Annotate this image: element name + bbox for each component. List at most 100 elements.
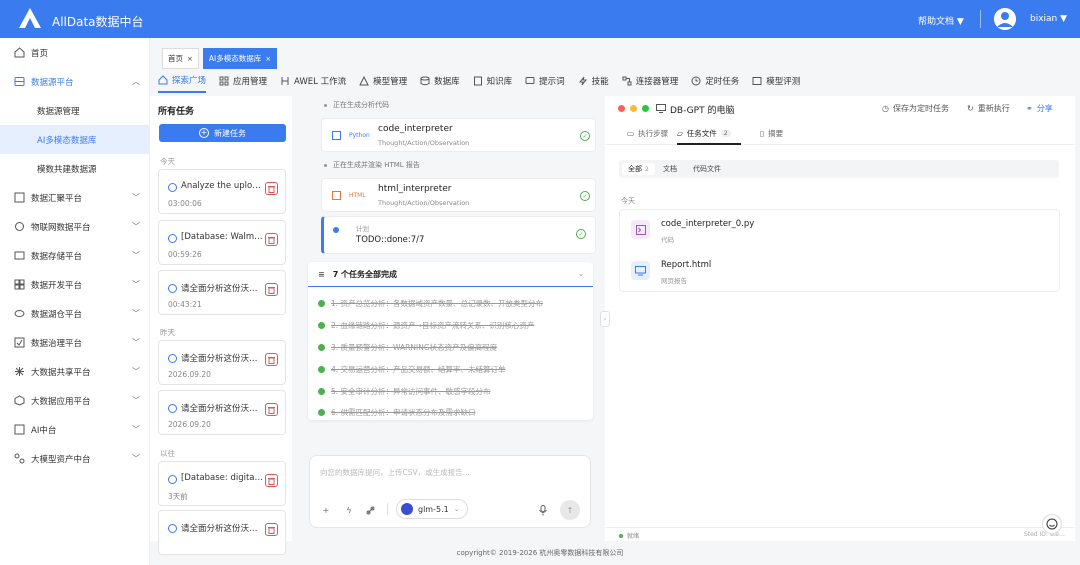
tab-label: AI多模态数据库 [208,54,262,63]
navtab-knowledge[interactable]: 知识库 [473,73,513,93]
close-icon[interactable]: × [187,55,193,63]
chat-icon [168,475,177,484]
delete-icon[interactable] [265,182,278,195]
navtab-explore[interactable]: 探索广场 [158,73,207,93]
model-select[interactable]: glm-5.1 ⌄ [396,499,468,519]
todo-title: 7 个任务全部完成 [332,269,398,279]
tab-summary[interactable]: ▯ 摘要 [760,128,783,139]
task-name: 请全面分析这份沃… [181,524,258,534]
microphone-icon[interactable] [537,504,549,516]
sidebar-item-dev[interactable]: 数据开发平台 ﹀ [0,270,150,299]
chevron-down-icon[interactable]: ⌄ [578,270,584,278]
check-icon [318,344,325,351]
task-card[interactable]: [Database: Walma… 00:59:26 [158,220,286,265]
delete-icon[interactable] [265,474,278,487]
chat-input-box: 向您的数据库提问，上传CSV，或生成报告... + ϟ glm-5.1 ⌄ ↑ [309,455,591,528]
send-button[interactable]: ↑ [560,500,580,520]
model-icon [359,76,369,86]
sidebar-subitem-co-build-datasource[interactable]: 模数共建数据源 [0,154,150,183]
avatar[interactable] [994,8,1016,30]
status-bar: 就绪 Sted ID: ste… [605,527,1075,541]
share-button[interactable]: ⚭ 分享 [1026,103,1053,114]
navtab-model-manage[interactable]: 模型管理 [359,73,407,93]
task-card[interactable]: Analyze the uploa… 03:00:06 [158,169,286,214]
navtab-awel[interactable]: AWEL 工作流 [280,73,346,93]
sidebar-subitem-datasource-manage[interactable]: 数据源管理 [0,96,150,125]
storage-icon [14,250,25,261]
navtab-app-manage[interactable]: 应用管理 [219,73,267,93]
delete-icon[interactable] [265,403,278,416]
delete-icon[interactable] [265,233,278,246]
task-card[interactable]: 请全面分析这份沃… 2026.09.20 [158,340,286,385]
delete-icon[interactable] [265,523,278,536]
sidebar-item-label: 数据湖仓平台 [31,309,83,320]
sidebar-item-bigdata-app[interactable]: 大数据应用平台 ﹀ [0,386,150,415]
tab-task-files[interactable]: ▱ 任务文件 2 [677,128,731,139]
chevron-down-icon: ﹀ [132,280,140,289]
navtab-label: 应用管理 [233,77,268,87]
task-card[interactable]: 请全面分析这份沃… 00:43:21 [158,270,286,315]
close-dot-icon [618,105,625,112]
assistant-fab[interactable] [1042,514,1062,534]
lightning-icon[interactable]: ϟ [343,504,355,516]
tab-execution-steps[interactable]: ▭ 执行步骤 [627,128,668,139]
navtab-skill[interactable]: 技能 [578,73,609,93]
tab-home[interactable]: 首页 × [162,48,199,69]
sidebar-item-lake[interactable]: 数据湖仓平台 ﹀ [0,299,150,328]
task-name: Analyze the uploa… [181,181,263,191]
file-row[interactable]: code_interpreter_0.py 代码 [620,210,1061,251]
help-docs-menu[interactable]: 帮助文档 ▼ [918,14,964,27]
navtab-connector[interactable]: 连接器管理 [622,73,678,93]
sidebar-item-collect[interactable]: 数据汇聚平台 ﹀ [0,183,150,212]
chevron-down-icon: ﹀ [132,367,140,376]
task-card[interactable]: [Database: digital… 3天前 [158,461,286,506]
tool-card-html-interpreter[interactable]: HTML html_interpreter Thought/Action/Obs… [321,178,596,212]
document-icon: ▯ [760,129,765,138]
filter-all[interactable]: 全部 2 [622,163,655,175]
sidebar-item-share[interactable]: 大数据共享平台 ﹀ [0,357,150,386]
dev-icon [14,279,25,290]
bullet-icon [324,103,327,107]
sidebar-item-home[interactable]: 首页 [0,38,150,67]
page-tabs: 首页 × AI多模态数据库 × [162,48,278,69]
save-schedule-button[interactable]: ◷ 保存为定时任务 [882,103,949,114]
navtab-scheduled[interactable]: 定时任务 [691,73,739,93]
todo-item: 1. 资产总览分析：各数据域资产数量、总记录数、开放类型分布 [318,298,543,309]
task-name: 请全面分析这份沃… [181,284,258,294]
user-menu[interactable]: bixian ▼ [1030,14,1067,24]
eval-icon [752,76,762,86]
navtab-label: 知识库 [486,77,513,87]
close-icon[interactable]: × [265,55,271,63]
sidebar-item-ai[interactable]: AI中台 ﹀ [0,415,150,444]
tab-label: 执行步骤 [638,129,669,138]
navtab-eval[interactable]: 模型评测 [752,73,800,93]
sidebar-item-model-asset[interactable]: 大模型资产中台 ﹀ [0,444,150,473]
file-type: 代码 [661,236,674,244]
navtab-prompt[interactable]: 提示词 [525,73,565,93]
chevron-down-icon: ﹀ [132,309,140,318]
collapse-panel-button[interactable]: › [600,311,610,327]
sidebar-item-datasource-platform[interactable]: 数据源平台 ︿ [0,67,150,96]
tab-ai-multimodal-db[interactable]: AI多模态数据库 × [202,48,278,69]
attach-icon[interactable] [364,504,376,516]
file-row[interactable]: Report.html 网页报告 [620,251,1061,292]
filter-docs[interactable]: 文档 [657,163,683,175]
plan-card[interactable]: 计划 TODO::done:7/7 ✓ [321,216,596,254]
chevron-down-icon: ﹀ [132,222,140,231]
new-task-button[interactable]: + 新建任务 [159,124,286,142]
sidebar-subitem-ai-multimodal-db[interactable]: AI多模态数据库 [0,125,150,154]
sidebar-item-storage[interactable]: 数据存储平台 ﹀ [0,241,150,270]
sidebar-item-governance[interactable]: 数据治理平台 ﹀ [0,328,150,357]
delete-icon[interactable] [265,283,278,296]
delete-icon[interactable] [265,353,278,366]
plus-icon[interactable]: + [320,504,332,516]
sidebar-item-iot[interactable]: 物联网数据平台 ﹀ [0,212,150,241]
task-card[interactable]: 请全面分析这份沃… 2026.09.20 [158,390,286,435]
chat-input[interactable]: 向您的数据库提问，上传CSV，或生成报告... [320,467,470,478]
filter-code[interactable]: 代码文件 [687,163,727,175]
todo-header[interactable]: ≡ 7 个任务全部完成 ⌄ [308,262,593,287]
navtab-database[interactable]: 数据库 [420,73,460,93]
tool-card-code-interpreter[interactable]: Python code_interpreter Thought/Action/O… [321,118,596,152]
rerun-button[interactable]: ↻ 重新执行 [967,103,1010,114]
status-indicator: 就绪 [619,531,639,540]
